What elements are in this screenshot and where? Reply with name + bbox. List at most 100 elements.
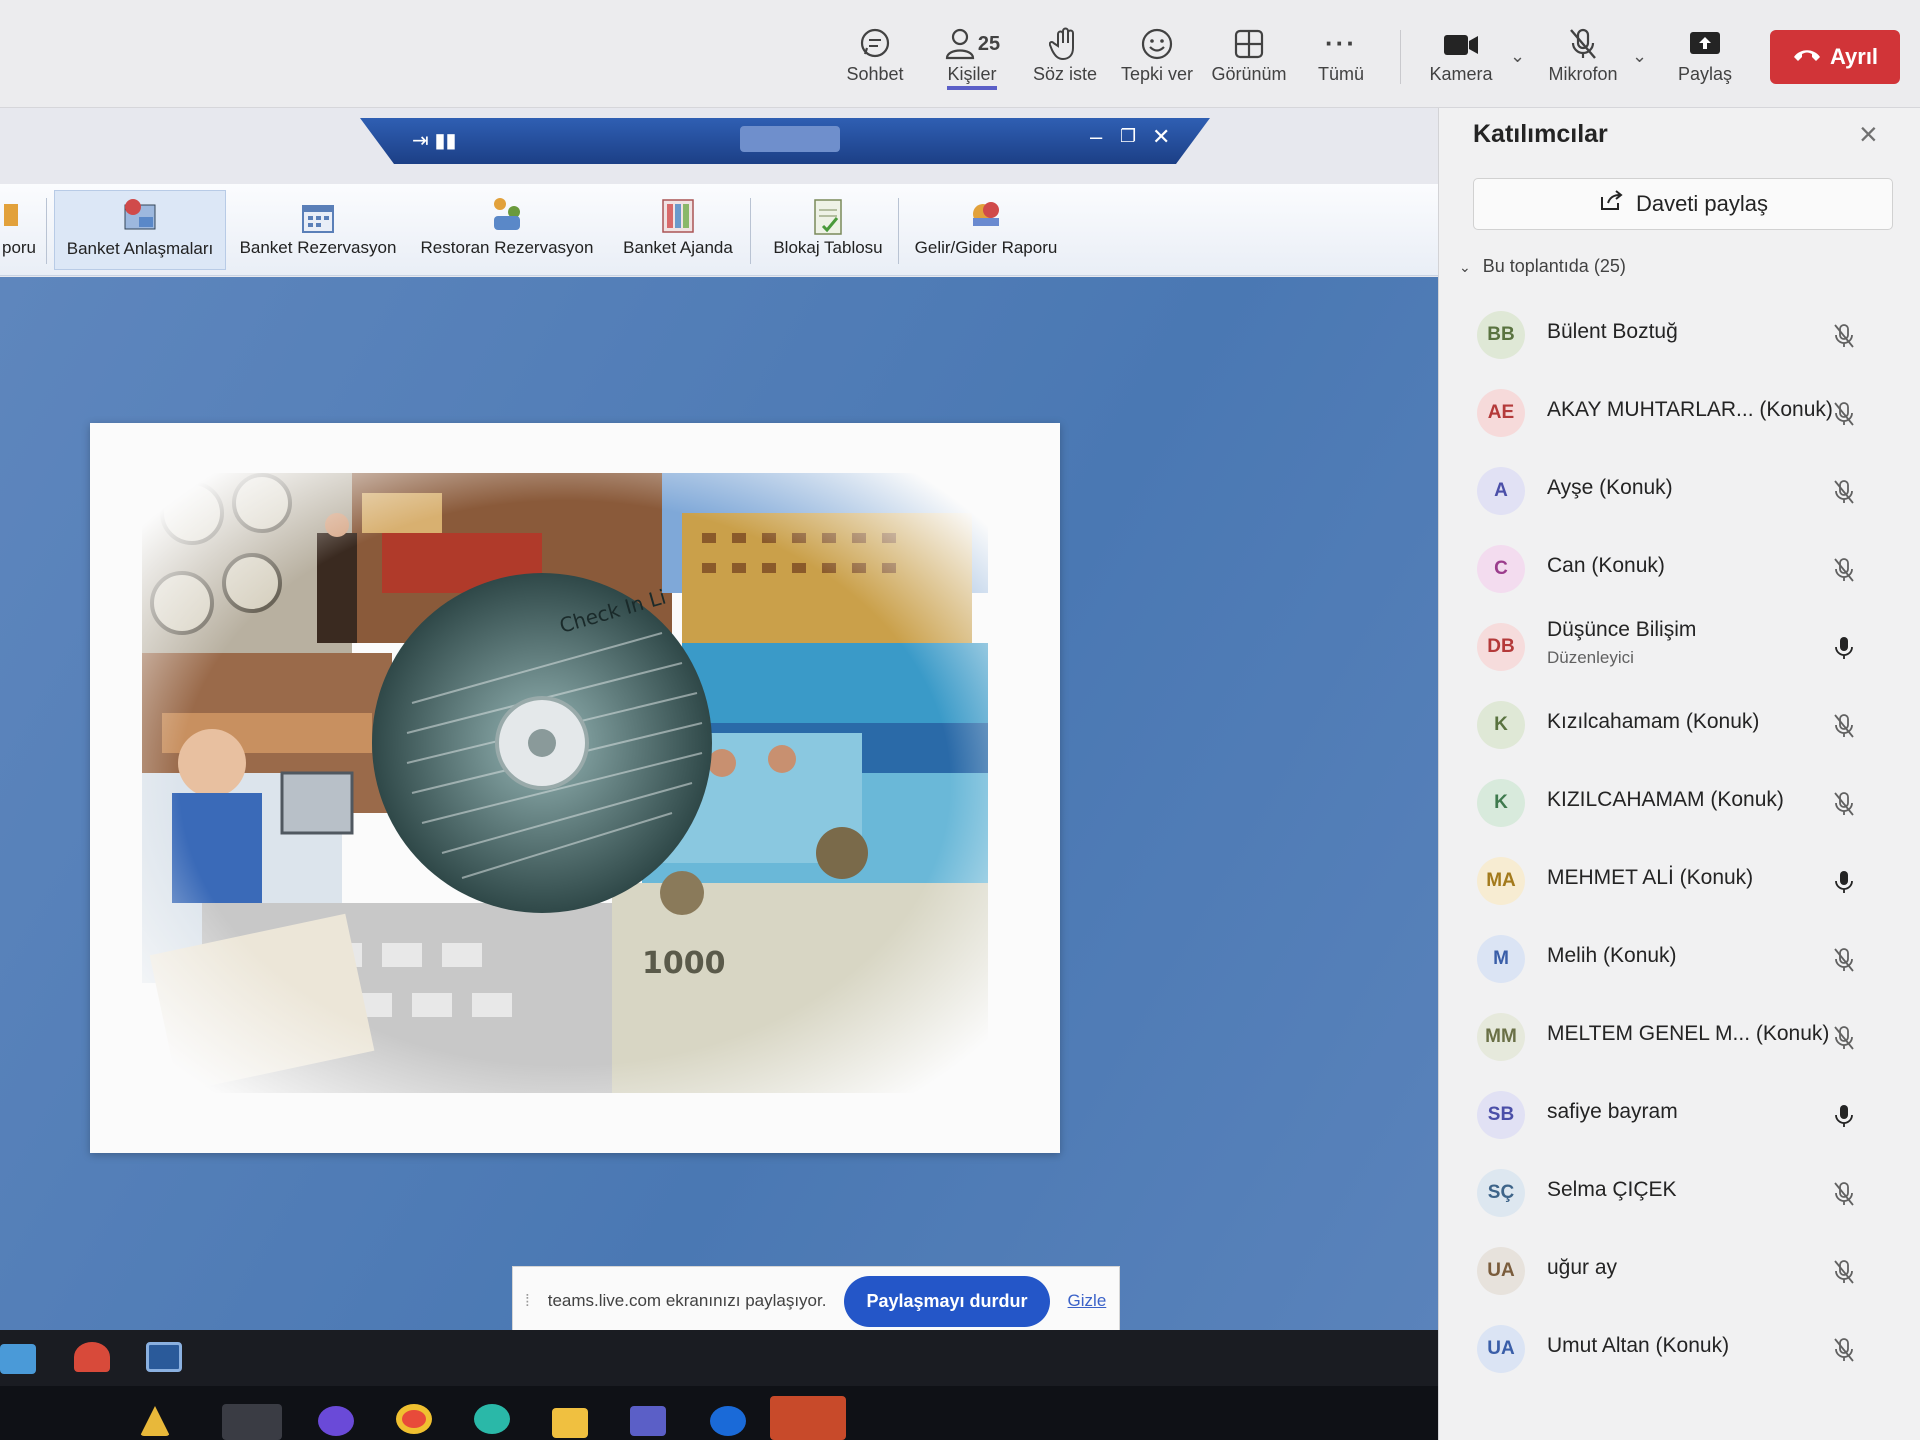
avatar[interactable]: BB	[1477, 311, 1525, 359]
avatar[interactable]: SB	[1477, 1091, 1525, 1139]
microphone-off-icon	[1831, 1336, 1857, 1369]
microphone-off-icon	[1831, 400, 1857, 433]
participant-name: AKAY MUHTARLAR... (Konuk)	[1547, 398, 1833, 421]
ribbon-label: Blokaj Tablosu	[773, 238, 883, 257]
app-icon[interactable]	[74, 1342, 110, 1372]
avatar[interactable]: MM	[1477, 1013, 1525, 1061]
meeting-toolbar: Sohbet 25 Kişiler Söz iste Tepki ver Gör…	[0, 0, 1920, 108]
participant-name: MEHMET ALİ (Konuk)	[1547, 866, 1754, 889]
task-view-icon[interactable]	[222, 1404, 282, 1440]
avatar[interactable]: SÇ	[1477, 1169, 1525, 1217]
participant-row[interactable]: SÇ Selma ÇIÇEK	[1439, 1154, 1920, 1232]
participant-row[interactable]: K KIZILCAHAMAM (Konuk)	[1439, 764, 1920, 842]
avatar[interactable]: A	[1477, 467, 1525, 515]
participant-role: Düzenleyici	[1547, 648, 1634, 667]
hotel-collage-slide: 1000 Check In Li	[90, 423, 1060, 1153]
ribbon-divider	[750, 198, 751, 264]
participant-row[interactable]: M Melih (Konuk)	[1439, 920, 1920, 998]
drag-handle-icon[interactable]: ⁞	[525, 1291, 530, 1311]
minimize-icon[interactable]: –	[1090, 124, 1102, 150]
folder-app-icon[interactable]	[0, 1344, 36, 1374]
participant-row[interactable]: A Ayşe (Konuk)	[1439, 452, 1920, 530]
ribbon-item-gelir-gider-raporu[interactable]: Gelir/Gider Raporu	[908, 190, 1064, 270]
participant-row[interactable]: UA Umut Altan (Konuk)	[1439, 1310, 1920, 1388]
avatar[interactable]: C	[1477, 545, 1525, 593]
share-invite-button[interactable]: Daveti paylaş	[1473, 178, 1893, 230]
participant-list: BB Bülent Boztuğ AE AKAY MUHTARLAR... (Konu…	[1439, 296, 1920, 1388]
remote-desktop: 1000 Check In Li	[0, 277, 1438, 1343]
participant-row[interactable]: DB Düşünce Bilişim Düzenleyici	[1439, 608, 1920, 686]
close-window-icon[interactable]: ✕	[1152, 124, 1170, 150]
ribbon-item-banket-ajanda[interactable]: Banket Ajanda	[610, 190, 746, 270]
avatar[interactable]: K	[1477, 701, 1525, 749]
microphone-off-icon	[1831, 1180, 1857, 1213]
restore-icon[interactable]: ❐	[1120, 126, 1136, 147]
participant-row[interactable]: AE AKAY MUHTARLAR... (Konuk)	[1439, 374, 1920, 452]
participant-row[interactable]: MM MELTEM GENEL M... (Konuk)	[1439, 998, 1920, 1076]
in-meeting-section-header[interactable]: ⌄ Bu toplantıda (25)	[1459, 256, 1626, 277]
raise-hand-button[interactable]: Söz iste	[1022, 22, 1108, 98]
leave-button[interactable]: Ayrıl	[1770, 30, 1900, 84]
participant-row[interactable]: MA MEHMET ALİ (Konuk)	[1439, 842, 1920, 920]
view-button[interactable]: Görünüm	[1206, 22, 1292, 98]
avatar[interactable]: AE	[1477, 389, 1525, 437]
window-app-icon[interactable]	[146, 1342, 182, 1372]
ribbon-item-banket-rezervasyon[interactable]: Banket Rezervasyon	[234, 190, 402, 270]
outlook-icon[interactable]	[770, 1396, 846, 1440]
close-icon[interactable]: ×	[1859, 116, 1878, 153]
microphone-icon	[1831, 634, 1857, 667]
participant-row[interactable]: C Can (Konuk)	[1439, 530, 1920, 608]
agreement-icon	[55, 191, 225, 239]
ribbon-item-banket-anlasmalari[interactable]: Banket Anlaşmaları	[54, 190, 226, 270]
participant-name: Can (Konuk)	[1547, 554, 1665, 577]
avatar[interactable]: MA	[1477, 857, 1525, 905]
screen-share-bar: ⁞ teams.live.com ekranınızı paylaşıyor. …	[512, 1266, 1120, 1336]
edge-icon[interactable]	[474, 1404, 510, 1434]
taskbar-app-icon[interactable]	[140, 1406, 170, 1436]
react-button[interactable]: Tepki ver	[1114, 22, 1200, 98]
microphone-off-icon	[1831, 946, 1857, 979]
stop-sharing-button[interactable]: Paylaşmayı durdur	[844, 1275, 1050, 1327]
copilot-icon[interactable]	[318, 1406, 354, 1436]
ribbon-label: Banket Ajanda	[623, 238, 733, 257]
chevron-down-icon: ⌄	[1459, 259, 1471, 275]
share-invite-label: Daveti paylaş	[1635, 191, 1769, 216]
more-button[interactable]: ··· Tümü	[1298, 22, 1384, 98]
ribbon-label: poru	[1, 238, 37, 257]
hide-link[interactable]: Gizle	[1068, 1291, 1107, 1311]
camera-button[interactable]: Kamera	[1418, 22, 1504, 98]
store-icon[interactable]	[710, 1406, 746, 1436]
money-chart-icon	[908, 190, 1064, 238]
ribbon-item-report[interactable]: poru	[0, 190, 38, 270]
share-label: Paylaş	[1677, 64, 1733, 84]
ribbon-item-restoran-rezervasyon[interactable]: Restoran Rezervasyon	[414, 190, 600, 270]
view-label: Görünüm	[1211, 64, 1287, 84]
chat-button[interactable]: Sohbet	[832, 22, 918, 98]
report-icon	[0, 190, 38, 238]
participant-row[interactable]: K Kızılcahamam (Konuk)	[1439, 686, 1920, 764]
chrome-icon[interactable]	[396, 1404, 432, 1434]
avatar[interactable]: UA	[1477, 1247, 1525, 1295]
participant-name: Düşünce Bilişim	[1547, 618, 1697, 641]
avatar[interactable]: DB	[1477, 623, 1525, 671]
camera-icon	[1418, 22, 1504, 64]
participant-name: Selma ÇIÇEK	[1547, 1178, 1677, 1201]
participant-row[interactable]: BB Bülent Boztuğ	[1439, 296, 1920, 374]
blurred-title	[740, 126, 840, 152]
participant-row[interactable]: UA uğur ay	[1439, 1232, 1920, 1310]
participant-row[interactable]: SB safiye bayram	[1439, 1076, 1920, 1154]
microphone-button[interactable]: Mikrofon	[1540, 22, 1626, 98]
microphone-off-icon	[1831, 322, 1857, 355]
avatar[interactable]: K	[1477, 779, 1525, 827]
ribbon-item-blokaj-tablosu[interactable]: Blokaj Tablosu	[760, 190, 896, 270]
file-explorer-icon[interactable]	[552, 1408, 588, 1438]
teams-icon[interactable]	[630, 1406, 666, 1436]
people-count: 25	[977, 33, 1001, 56]
avatar[interactable]: M	[1477, 935, 1525, 983]
share-button[interactable]: Paylaş	[1662, 22, 1748, 98]
people-button[interactable]: 25 Kişiler	[928, 22, 1016, 98]
camera-options-chevron-icon[interactable]: ⌄	[1510, 46, 1525, 67]
microphone-label: Mikrofon	[1548, 64, 1618, 84]
avatar[interactable]: UA	[1477, 1325, 1525, 1373]
mic-options-chevron-icon[interactable]: ⌄	[1632, 46, 1647, 67]
